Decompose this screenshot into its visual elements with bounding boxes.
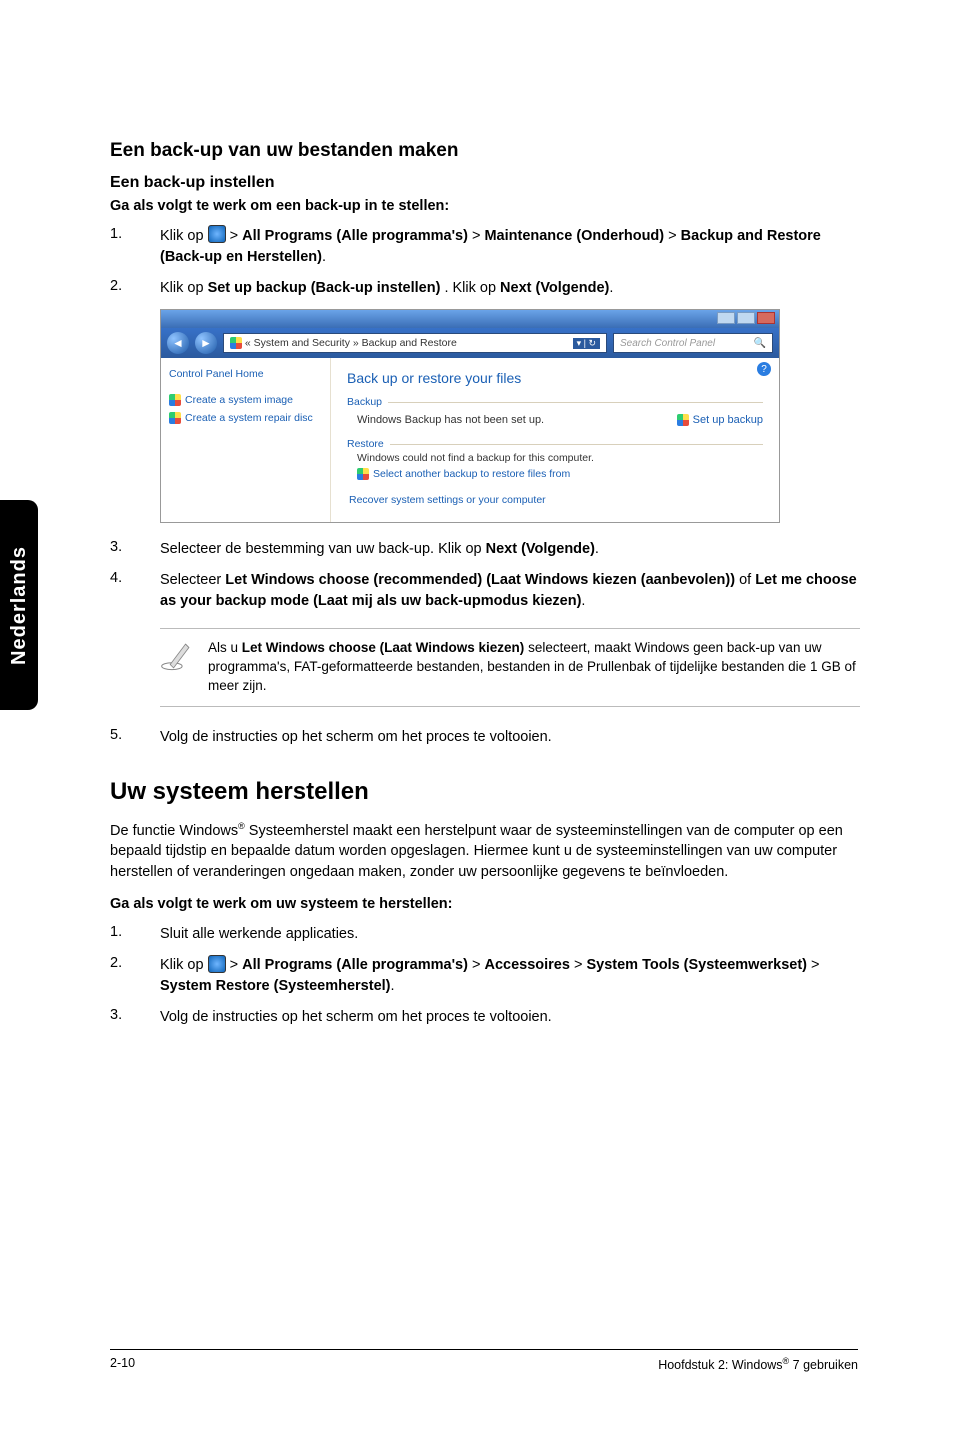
- page-footer: 2-10 Hoofdstuk 2: Windows® 7 gebruiken: [110, 1349, 858, 1372]
- step-body: Selecteer de bestemming van uw back-up. …: [160, 539, 860, 560]
- create-system-image-link[interactable]: Create a system image: [169, 394, 322, 406]
- page-content: Een back-up van uw bestanden maken Een b…: [110, 140, 860, 1038]
- back-button[interactable]: ◄: [167, 332, 189, 354]
- control-panel-home-link[interactable]: Control Panel Home: [169, 368, 322, 380]
- step-body: Sluit alle werkende applicaties.: [160, 924, 860, 945]
- heading-setup-backup: Een back-up instellen: [110, 174, 860, 192]
- search-icon: 🔍: [754, 338, 766, 349]
- maximize-button[interactable]: [737, 312, 755, 324]
- window-titlebar: [161, 310, 779, 328]
- shield-icon: [230, 337, 242, 349]
- setup-backup-link[interactable]: Set up backup: [677, 414, 763, 426]
- select-another-backup-link[interactable]: Select another backup to restore files f…: [347, 468, 763, 480]
- note-box: Als u Let Windows choose (Laat Windows k…: [160, 628, 860, 707]
- search-input[interactable]: Search Control Panel 🔍: [613, 333, 773, 353]
- restore-group-header: Restore: [347, 438, 763, 450]
- panel-title: Back up or restore your files: [347, 370, 763, 386]
- step-body: Klik op Set up backup (Back-up instellen…: [160, 278, 860, 299]
- minimize-button[interactable]: [717, 312, 735, 324]
- backup-group-header: Backup: [347, 396, 763, 408]
- steps-backup-final: 5. Volg de instructies op het scherm om …: [110, 727, 860, 748]
- shield-icon: [677, 414, 689, 426]
- registered-mark: ®: [238, 821, 245, 831]
- step-number: 5.: [110, 727, 160, 748]
- step-body: Selecteer Let Windows choose (recommende…: [160, 570, 860, 612]
- main-panel: ? Back up or restore your files Backup W…: [331, 358, 779, 522]
- sidebar: Control Panel Home Create a system image…: [161, 358, 331, 522]
- shield-icon: [169, 412, 181, 424]
- restore-paragraph: De functie Windows® Systeemherstel maakt…: [110, 820, 860, 883]
- step-number: 3.: [110, 1007, 160, 1028]
- shield-icon: [357, 468, 369, 480]
- close-button[interactable]: [757, 312, 775, 324]
- start-icon: [208, 225, 226, 243]
- nav-bar: ◄ ► « System and Security » Backup and R…: [161, 328, 779, 358]
- heading-backup-files: Een back-up van uw bestanden maken: [110, 140, 860, 162]
- steps-backup: 1. Klik op > All Programs (Alle programm…: [110, 226, 860, 299]
- window-body: Control Panel Home Create a system image…: [161, 358, 779, 522]
- note-icon: [160, 639, 194, 673]
- start-icon: [208, 955, 226, 973]
- step-number: 2.: [110, 278, 160, 299]
- language-tab-label: Nederlands: [8, 546, 31, 665]
- step-number: 3.: [110, 539, 160, 560]
- step-number: 4.: [110, 570, 160, 612]
- step-number: 2.: [110, 955, 160, 997]
- chapter-label: Hoofdstuk 2: Windows® 7 gebruiken: [658, 1356, 858, 1372]
- page-number: 2-10: [110, 1356, 135, 1372]
- step-body: Klik op > All Programs (Alle programma's…: [160, 226, 860, 268]
- forward-button[interactable]: ►: [195, 332, 217, 354]
- shield-icon: [169, 394, 181, 406]
- heading-restore-system: Uw systeem herstellen: [110, 778, 860, 806]
- intro-setup: Ga als volgt te werk om een back-up in t…: [110, 198, 860, 214]
- backup-restore-window: ◄ ► « System and Security » Backup and R…: [160, 309, 780, 523]
- step-number: 1.: [110, 226, 160, 268]
- steps-backup-cont: 3. Selecteer de bestemming van uw back-u…: [110, 539, 860, 612]
- restore-status: Windows could not find a backup for this…: [347, 452, 763, 464]
- step-body: Volg de instructies op het scherm om het…: [160, 727, 860, 748]
- help-icon[interactable]: ?: [757, 362, 771, 376]
- step-body: Volg de instructies op het scherm om het…: [160, 1007, 860, 1028]
- steps-restore: 1. Sluit alle werkende applicaties. 2. K…: [110, 924, 860, 1028]
- note-text: Als u Let Windows choose (Laat Windows k…: [208, 639, 860, 696]
- backup-status-row: Windows Backup has not been set up. Set …: [347, 410, 763, 434]
- breadcrumb[interactable]: « System and Security » Backup and Resto…: [223, 333, 607, 353]
- intro-restore: Ga als volgt te werk om uw systeem te he…: [110, 896, 860, 912]
- step-body: Klik op > All Programs (Alle programma's…: [160, 955, 860, 997]
- step-number: 1.: [110, 924, 160, 945]
- language-tab: Nederlands: [0, 500, 38, 710]
- create-repair-disc-link[interactable]: Create a system repair disc: [169, 412, 322, 424]
- chevron-down-icon[interactable]: ▾ | ↻: [573, 338, 600, 349]
- window-buttons: [717, 312, 775, 324]
- recover-system-link[interactable]: Recover system settings or your computer: [347, 494, 763, 506]
